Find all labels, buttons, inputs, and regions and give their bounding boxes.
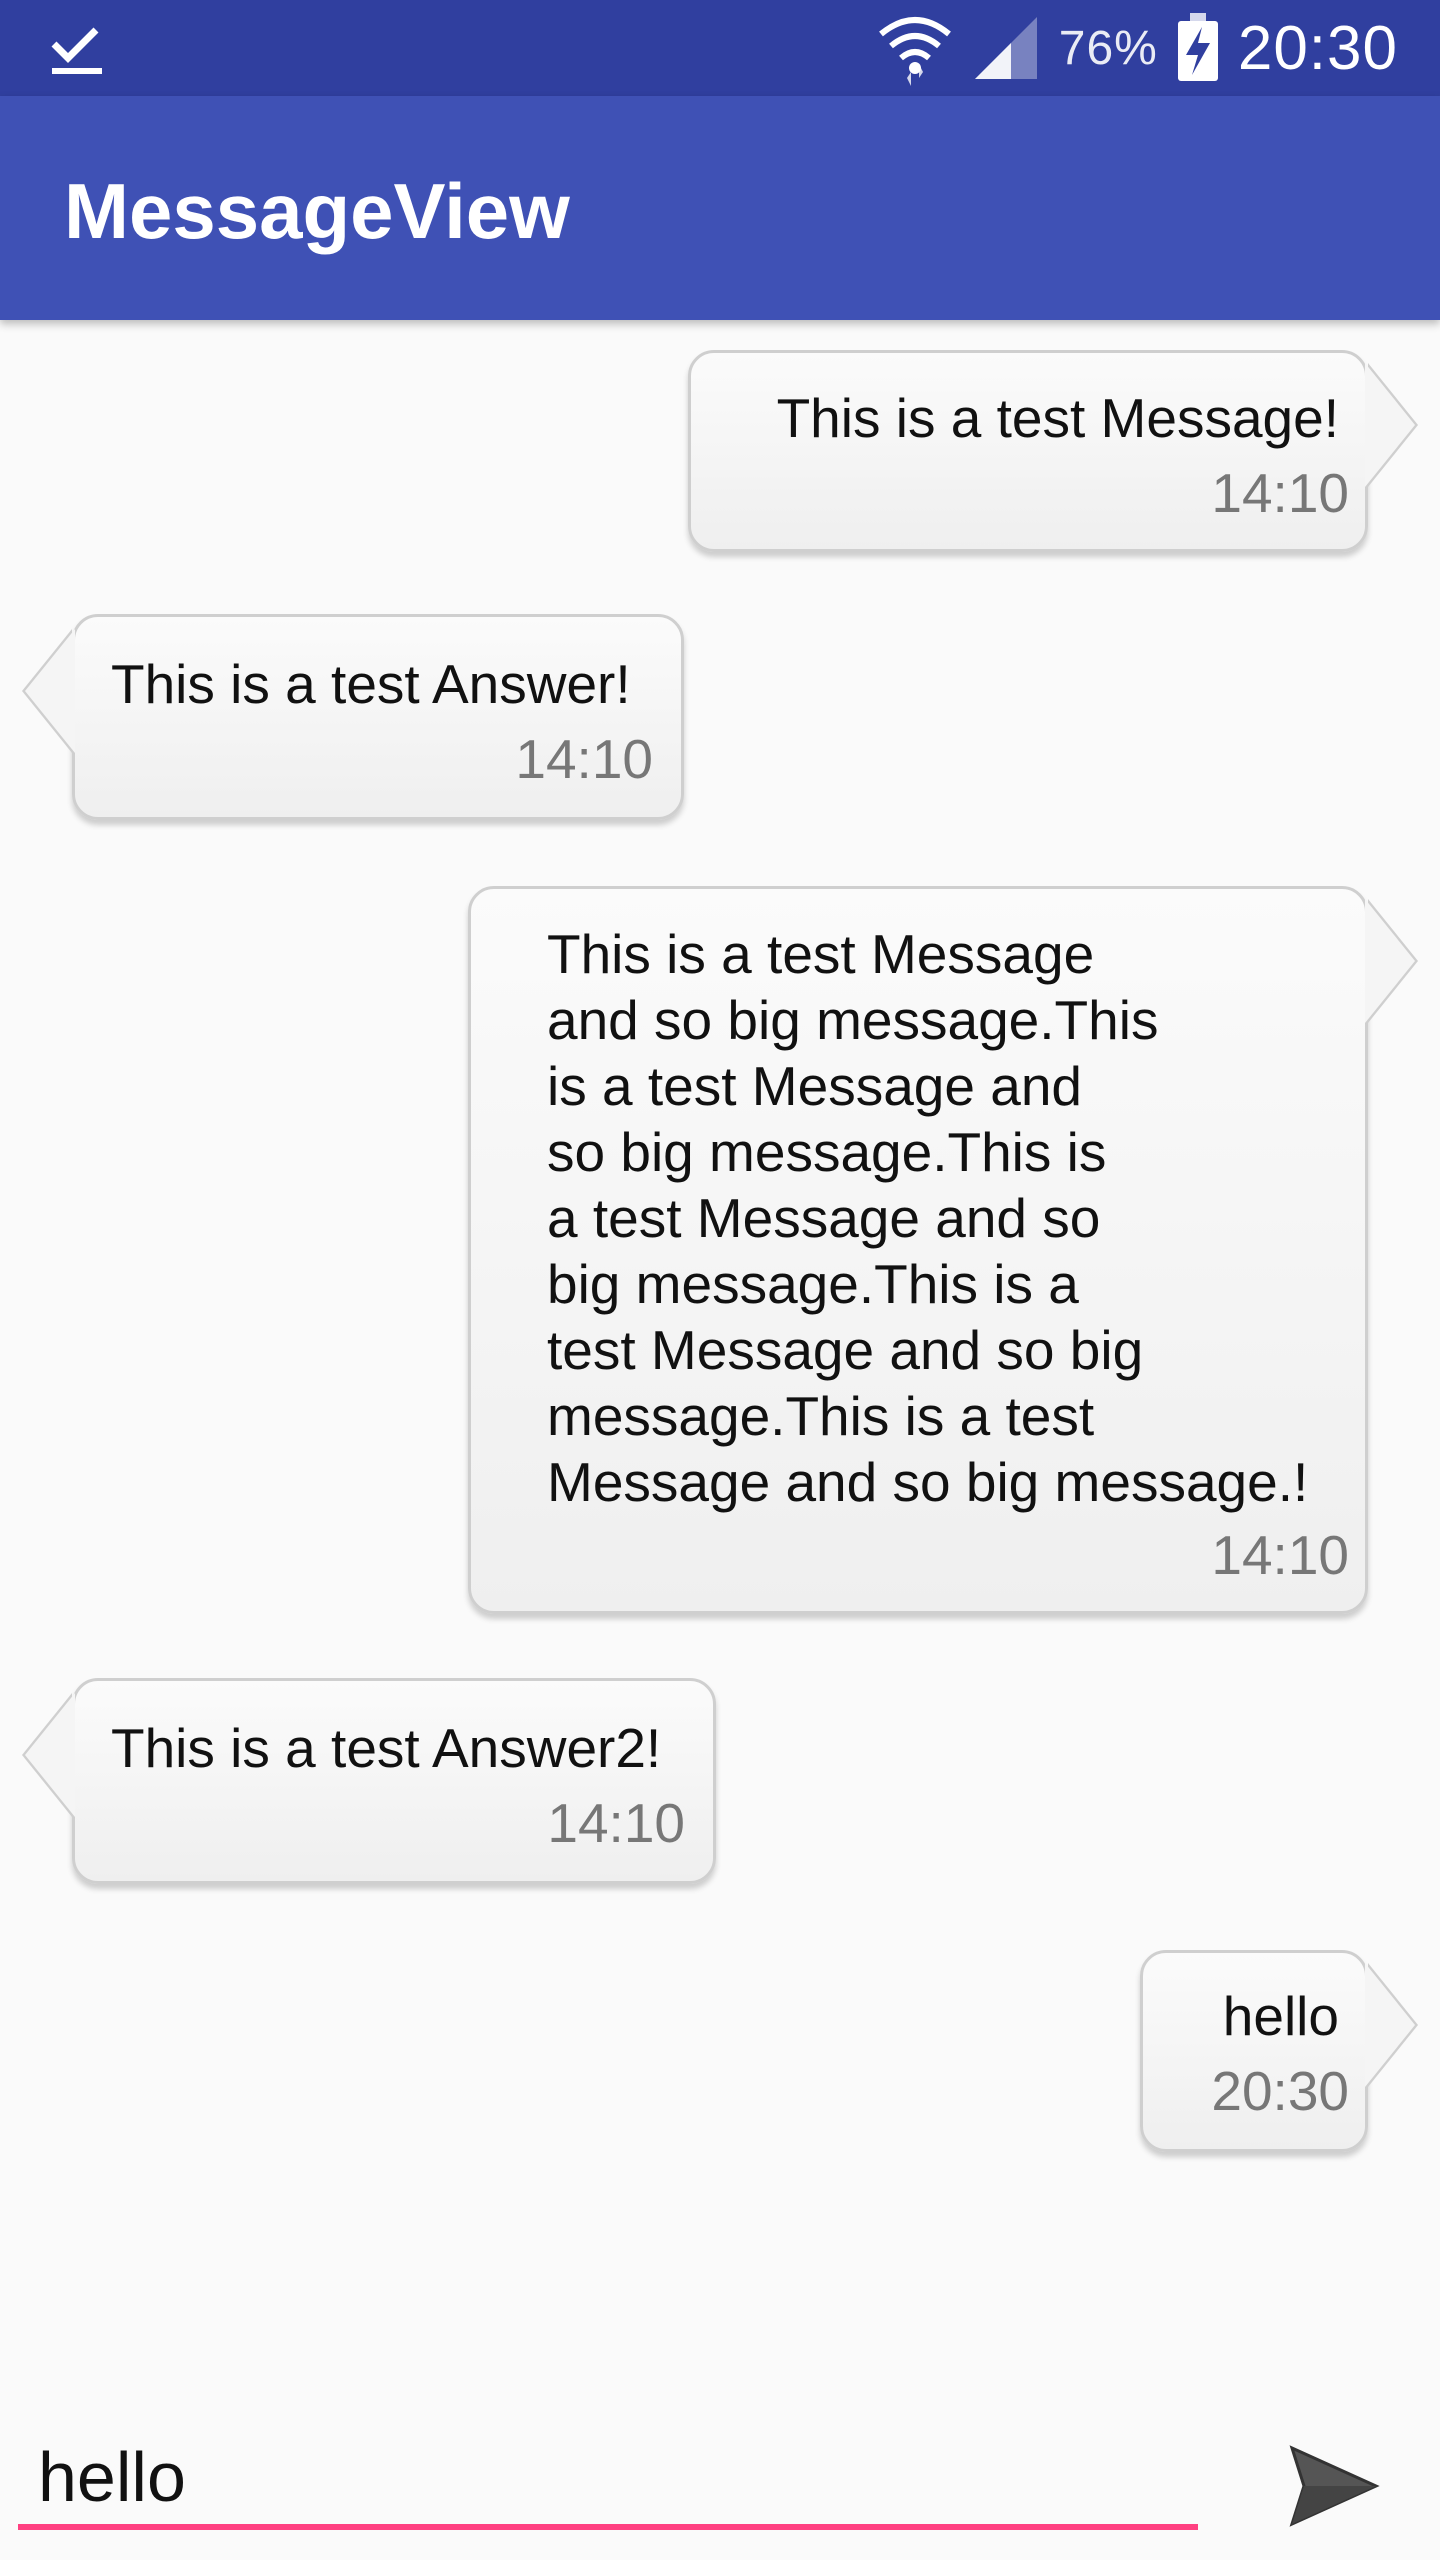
app-bar: MessageView xyxy=(0,96,1440,320)
message-time: 20:30 xyxy=(1211,2060,1349,2122)
battery-percent: 76% xyxy=(1058,21,1158,75)
message-bubble-outgoing: This is a test Message! 14:10 xyxy=(688,350,1415,552)
bubble-tail xyxy=(25,1693,75,1817)
bubble-tail xyxy=(1365,899,1415,1023)
message-time: 14:10 xyxy=(1211,462,1349,524)
composer-bar xyxy=(0,2400,1440,2560)
battery-charging-icon xyxy=(1177,13,1218,81)
message-bubble-outgoing: This is a test Message and so big messag… xyxy=(468,886,1415,1614)
bubble-tail xyxy=(25,629,75,753)
status-icons: 76% 20:30 xyxy=(877,0,1398,96)
cell-signal-icon xyxy=(974,17,1037,79)
message-bubble-incoming: This is a test Answer2! 14:10 xyxy=(25,1678,716,1884)
message-text: This is a test Message and so big messag… xyxy=(547,923,1309,1513)
download-done-icon xyxy=(51,27,102,74)
message-bubble-incoming: This is a test Answer! 14:10 xyxy=(25,614,684,820)
status-bar: 76% 20:30 xyxy=(0,0,1440,96)
message-text: This is a test Answer2! xyxy=(111,1717,662,1779)
chat-area[interactable]: This is a test Message! 14:10 This is a … xyxy=(0,320,1440,2400)
message-text: This is a test Message! xyxy=(776,387,1339,449)
message-bubble-outgoing: hello 20:30 xyxy=(1140,1950,1415,2152)
message-time: 14:10 xyxy=(547,1792,685,1854)
app-title: MessageView xyxy=(64,167,570,255)
message-text: hello xyxy=(1222,1985,1339,2047)
bubble-tail xyxy=(1365,1963,1415,2087)
message-input[interactable] xyxy=(18,2430,1198,2530)
wifi-icon xyxy=(878,17,951,86)
message-text: This is a test Answer! xyxy=(111,653,631,715)
bubble-tail xyxy=(1365,363,1415,487)
message-time: 14:10 xyxy=(1211,1524,1349,1586)
message-time: 14:10 xyxy=(515,728,653,790)
status-time: 20:30 xyxy=(1237,13,1398,83)
send-button[interactable] xyxy=(1284,2438,1380,2534)
send-icon xyxy=(1289,2445,1380,2527)
